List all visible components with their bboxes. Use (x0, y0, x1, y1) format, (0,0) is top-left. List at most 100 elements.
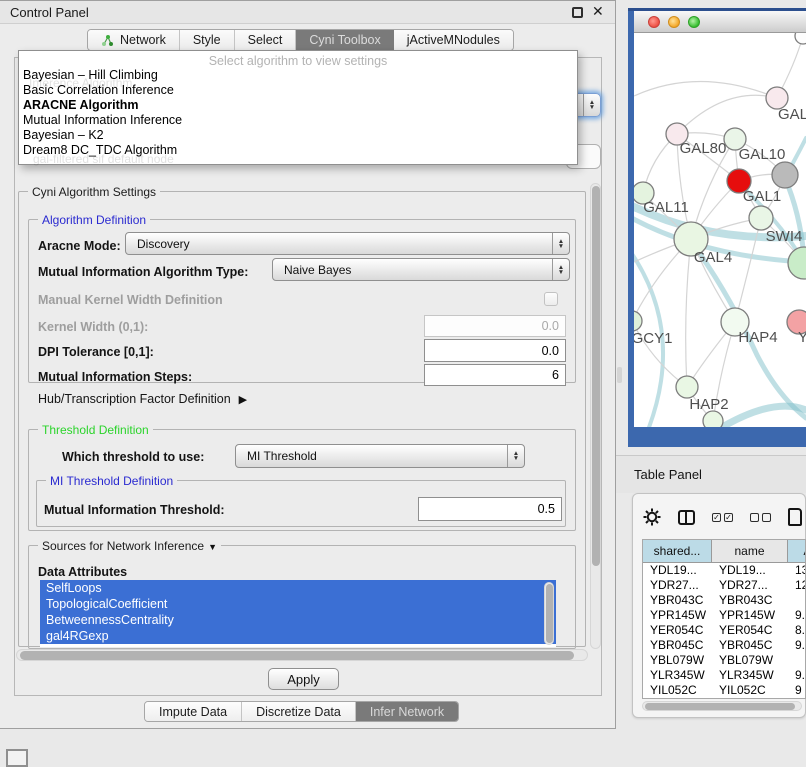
expand-right-icon: ▶ (239, 394, 247, 406)
network-node-label: GAL4 (694, 249, 732, 266)
attributes-scrollbar[interactable] (544, 582, 554, 645)
control-panel-title: Control Panel (10, 5, 89, 20)
tab-select[interactable]: Select (235, 30, 297, 50)
table-cell: YLR345W (643, 668, 712, 683)
table-row[interactable]: YDR27...YDR27...12 (643, 578, 805, 593)
kernel-width-value: 0.0 (542, 319, 559, 333)
hub-definition-expander[interactable]: Hub/Transcription Factor Definition▶ (38, 392, 247, 406)
table-cell: YBR043C (712, 593, 788, 608)
close-traffic-light-icon[interactable] (648, 16, 660, 28)
column-header-a[interactable]: A (788, 540, 806, 562)
cyni-algorithm-settings-label: Cyni Algorithm Settings (28, 185, 160, 199)
tab-cyni-toolbox[interactable]: Cyni Toolbox (296, 30, 393, 50)
threshold-definition-label: Threshold Definition (38, 423, 153, 437)
export-table-icon[interactable] (788, 508, 802, 526)
algorithm-option-bayesian-hill-climbing[interactable]: Bayesian – Hill Climbing (21, 68, 575, 83)
mi-threshold-field[interactable]: 0.5 (418, 497, 562, 521)
table-row[interactable]: YER054CYER054C8. (643, 623, 805, 638)
tab-impute-data[interactable]: Impute Data (145, 702, 242, 721)
algorithm-definition-label: Algorithm Definition (38, 213, 150, 227)
network-edge[interactable] (677, 95, 777, 134)
table-cell: YLR345W (712, 668, 788, 683)
tab-label: Cyni Toolbox (309, 33, 380, 47)
table-cell: YPR145W (643, 608, 712, 623)
table-cell (788, 593, 806, 608)
algorithm-option-aracne-algorithm[interactable]: ARACNE Algorithm (21, 98, 575, 113)
data-attribute-option-selfloops[interactable]: SelfLoops (40, 580, 556, 596)
table-row[interactable]: YBR045CYBR045C9. (643, 638, 805, 653)
which-threshold-combo[interactable]: MI Threshold ▲▼ (235, 444, 525, 468)
table-cell: 8. (788, 623, 806, 638)
table-cell: YDL19... (643, 563, 712, 578)
table-horizontal-scrollbar[interactable] (642, 701, 802, 711)
manual-kernel-width-checkbox[interactable] (544, 292, 558, 306)
kernel-width-field[interactable]: 0.0 (424, 315, 566, 337)
minimize-traffic-light-icon[interactable] (668, 16, 680, 28)
tab-style[interactable]: Style (180, 30, 235, 50)
column-header-name[interactable]: name (712, 540, 788, 562)
data-attribute-option-topologicalcoefficient[interactable]: TopologicalCoefficient (40, 596, 556, 612)
mi-steps-field[interactable]: 6 (424, 364, 566, 386)
network-node[interactable] (772, 162, 798, 188)
data-attribute-option-betweennesscentrality[interactable]: BetweennessCentrality (40, 612, 556, 628)
column-header-shared[interactable]: shared... (643, 540, 712, 562)
algorithm-option-dream8-dc-tdc-algorithm[interactable]: Dream8 DC_TDC Algorithm (21, 143, 575, 158)
zoom-traffic-light-icon[interactable] (688, 16, 700, 28)
settings-vertical-scrollbar[interactable] (590, 183, 601, 649)
network-window-titlebar[interactable] (634, 11, 806, 33)
combo-stepper-icon: ▲▼ (552, 233, 569, 254)
apply-button[interactable]: Apply (268, 668, 339, 690)
dpi-tolerance-field[interactable]: 0.0 (424, 339, 566, 362)
network-canvas[interactable]: GALGAL80GAL10GAL1GAL11SWI4GAL4GCY1HAP4YH… (634, 33, 806, 427)
collapse-down-icon: ▼ (208, 542, 217, 552)
sources-label[interactable]: Sources for Network Inference▼ (38, 539, 221, 553)
apply-button-label: Apply (287, 672, 320, 687)
algorithm-option-bayesian-k2[interactable]: Bayesian – K2 (21, 128, 575, 143)
tab-label: Network (120, 33, 166, 47)
network-node-label: GAL (778, 106, 806, 123)
table-cell: 9 (788, 683, 806, 698)
network-node-swi4[interactable] (749, 206, 773, 230)
table-row[interactable]: YBL079WYBL079W (643, 653, 805, 668)
minimized-panel-icon[interactable] (6, 749, 28, 767)
close-window-button[interactable]: ✕ (592, 3, 604, 20)
tab-infer-network[interactable]: Infer Network (356, 702, 458, 721)
table-cell: YDR27... (643, 578, 712, 593)
table-cell: 12 (788, 578, 806, 593)
combo-stepper-icon: ▲▼ (507, 445, 524, 467)
settings-horizontal-scrollbar[interactable] (16, 649, 588, 661)
table-row[interactable]: YPR145WYPR145W9. (643, 608, 805, 623)
splitter-handle[interactable] (617, 367, 622, 383)
table-row[interactable]: YBR043CYBR043C (643, 593, 805, 608)
table-panel-header: Table Panel (616, 455, 806, 493)
algorithm-option-mutual-information-inference[interactable]: Mutual Information Inference (21, 113, 575, 128)
table-row[interactable]: YLR345WYLR345W9. (643, 668, 805, 683)
table-cell: YIL052C (712, 683, 788, 698)
tab-jactivemnodules[interactable]: jActiveMNodules (394, 30, 513, 50)
gear-icon[interactable] (643, 508, 661, 526)
table-row[interactable]: YIL052CYIL052C9 (643, 683, 805, 698)
table-cell: YPR145W (712, 608, 788, 623)
network-node-label: GAL10 (739, 146, 786, 163)
select-all-columns-icon[interactable]: ✓✓ (712, 513, 733, 522)
network-node[interactable] (788, 247, 806, 279)
network-node[interactable] (795, 33, 806, 44)
algorithm-option-basic-correlation-inference[interactable]: Basic Correlation Inference (21, 83, 575, 98)
table-row[interactable]: YDL19...YDL19...13 (643, 563, 805, 578)
network-node-gcy1[interactable] (634, 311, 642, 331)
deselect-all-columns-icon[interactable] (750, 513, 771, 522)
data-attributes-label: Data Attributes (38, 565, 127, 579)
float-window-button[interactable] (572, 7, 583, 18)
table-cell: YBL079W (643, 653, 712, 668)
columns-icon[interactable] (678, 510, 695, 525)
network-node[interactable] (703, 411, 723, 427)
aracne-mode-combo[interactable]: Discovery ▲▼ (125, 232, 570, 255)
tab-network[interactable]: Network (88, 30, 180, 50)
data-attribute-option-gal4rgexp[interactable]: gal4RGexp (40, 628, 556, 644)
mi-threshold-value: 0.5 (538, 502, 555, 516)
tab-discretize-data[interactable]: Discretize Data (242, 702, 356, 721)
mi-algorithm-type-combo[interactable]: Naive Bayes ▲▼ (272, 258, 570, 281)
network-edge[interactable] (686, 239, 691, 387)
network-node-label: HAP4 (738, 329, 777, 346)
network-node-hap2[interactable] (676, 376, 698, 398)
